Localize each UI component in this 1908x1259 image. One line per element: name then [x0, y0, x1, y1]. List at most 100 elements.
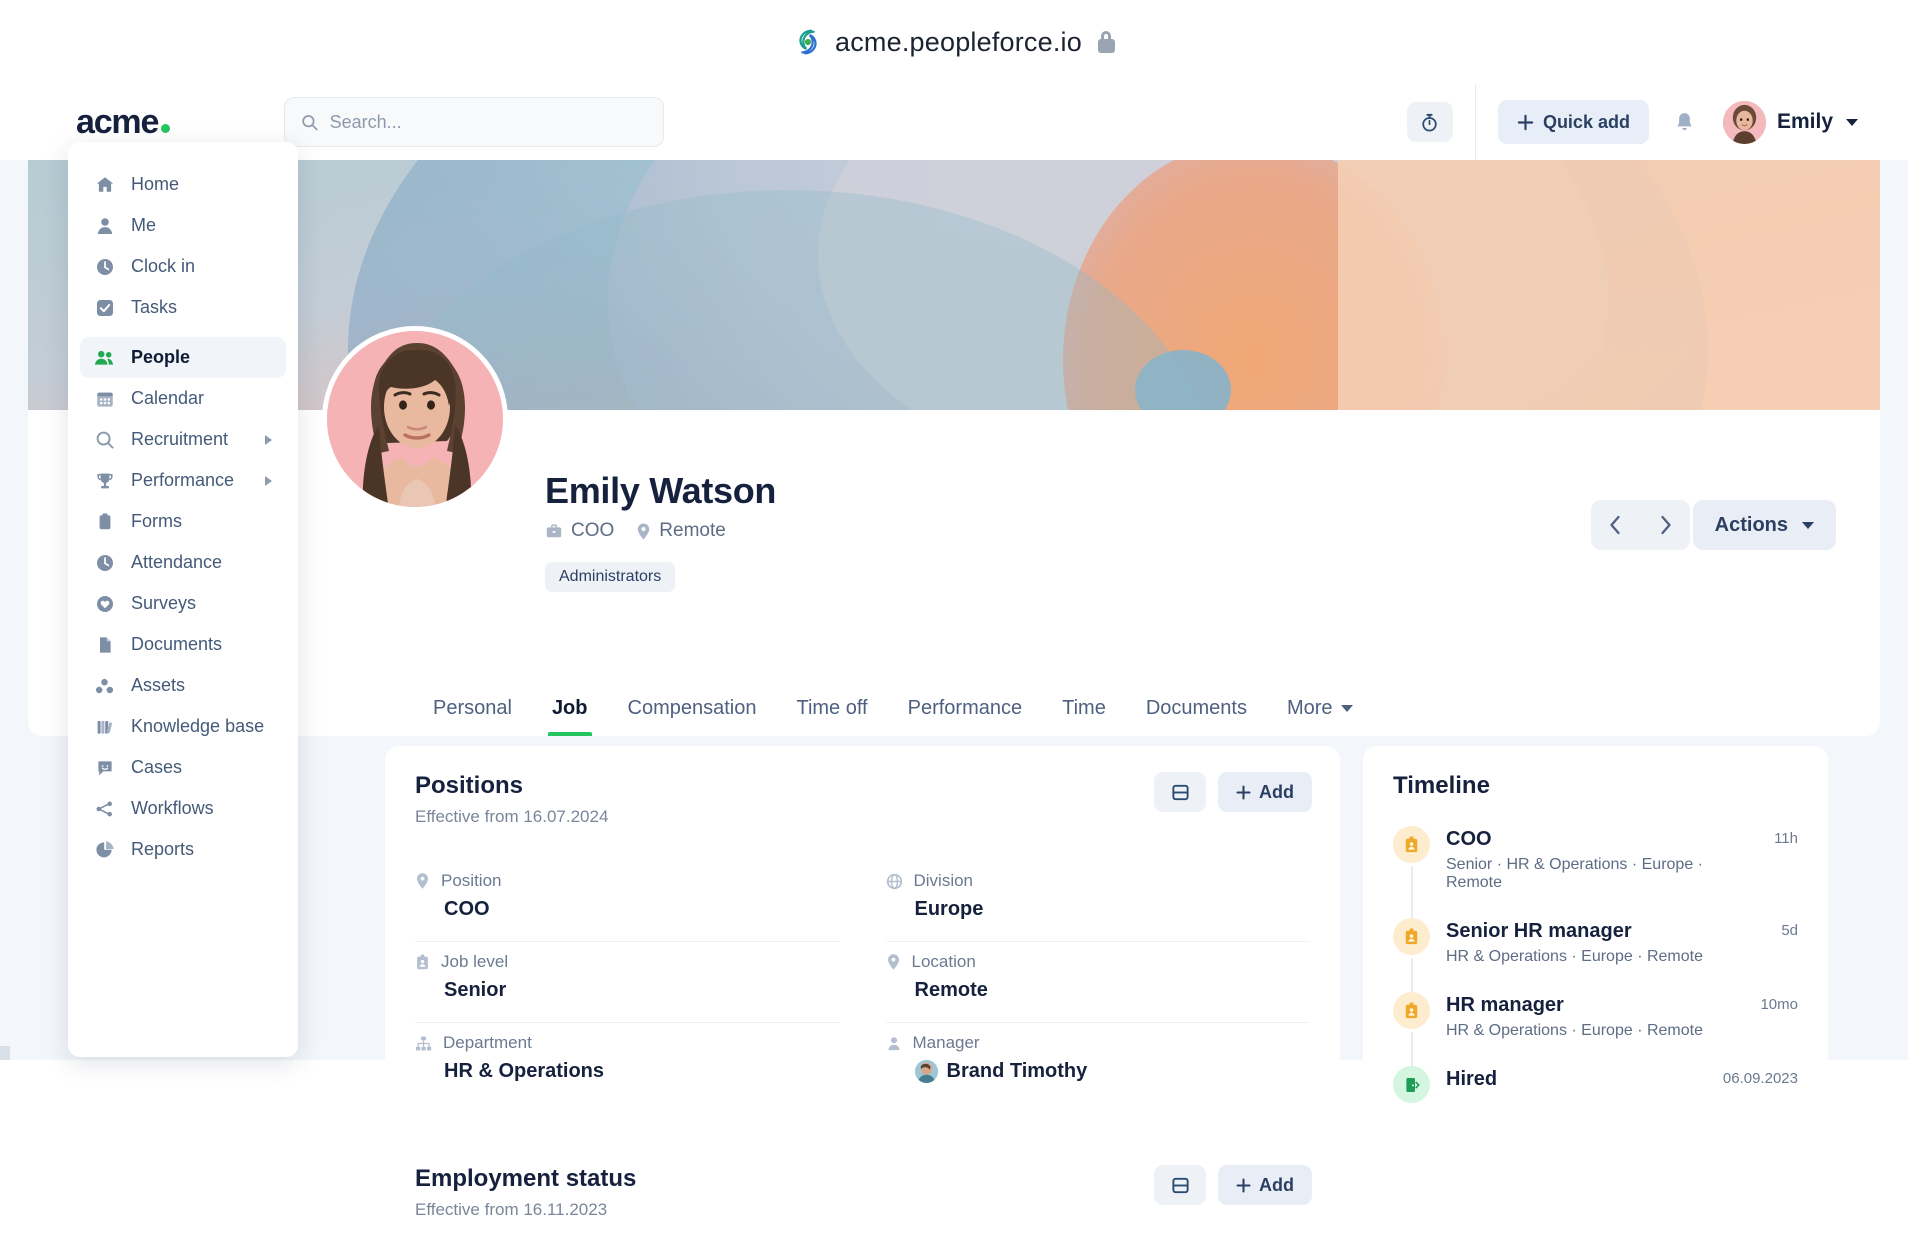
timeline-item[interactable]: Hired 06.09.2023	[1393, 1066, 1798, 1103]
pin-icon	[886, 953, 901, 971]
field-position-value: COO	[415, 898, 840, 921]
banner-artwork	[28, 160, 1880, 410]
timeline-item-body: COO Senior · HR & Operations · Europe · …	[1446, 826, 1758, 892]
acme-logo-dot	[161, 124, 170, 133]
sidebar-item-calendar[interactable]: Calendar	[80, 378, 286, 419]
sidebar-item-attendance[interactable]: Attendance	[80, 542, 286, 583]
stopwatch-icon	[1419, 112, 1440, 133]
positions-history-button[interactable]	[1154, 772, 1206, 812]
profile-tabs: Personal Job Compensation Time off Perfo…	[413, 674, 1373, 736]
timeline-dot	[1393, 992, 1430, 1029]
timeline-item-desc: HR & Operations · Europe · Remote	[1446, 1022, 1744, 1040]
field-location: Location Remote	[886, 942, 1311, 1023]
timeline-item-title: COO	[1446, 828, 1758, 851]
sidebar-item-label: Attendance	[131, 552, 222, 573]
sidebar-item-label: Clock in	[131, 256, 195, 277]
tab-documents[interactable]: Documents	[1126, 697, 1267, 736]
sidebar-item-recruitment[interactable]: Recruitment	[80, 419, 286, 460]
profile-banner	[28, 160, 1880, 410]
timeline-dot	[1393, 1066, 1430, 1103]
main-column: Positions Effective from 16.07.2024	[385, 746, 1340, 1259]
timeline-dot	[1393, 826, 1430, 863]
quick-add-button[interactable]: Quick add	[1498, 100, 1649, 144]
timeline-item-time: 06.09.2023	[1723, 1066, 1798, 1087]
bell-icon	[1674, 111, 1695, 134]
sidebar-item-knowledge-base[interactable]: Knowledge base	[80, 706, 286, 747]
timeline-title: Timeline	[1393, 772, 1798, 800]
search-input[interactable]	[330, 112, 648, 133]
profile-location: Remote	[636, 520, 726, 542]
profile-job-title-text: COO	[571, 520, 614, 542]
prev-profile-button[interactable]	[1608, 514, 1623, 536]
actions-button[interactable]: Actions	[1693, 500, 1836, 550]
timeline-item-body: Hired	[1446, 1066, 1707, 1091]
tab-compensation[interactable]: Compensation	[608, 697, 777, 736]
sidebar-item-label: Forms	[131, 511, 182, 532]
next-profile-button[interactable]	[1658, 514, 1673, 536]
notifications-button[interactable]	[1663, 100, 1707, 144]
field-location-label-row: Location	[886, 952, 1311, 972]
tab-job[interactable]: Job	[532, 697, 608, 736]
employment-add-button[interactable]: Add	[1218, 1165, 1312, 1205]
tab-more[interactable]: More	[1267, 697, 1373, 736]
sidebar-item-forms[interactable]: Forms	[80, 501, 286, 542]
sidebar-item-surveys[interactable]: Surveys	[80, 583, 286, 624]
field-location-label: Location	[912, 952, 976, 972]
search-icon	[301, 113, 318, 132]
positions-add-button[interactable]: Add	[1218, 772, 1312, 812]
sidebar-item-assets[interactable]: Assets	[80, 665, 286, 706]
profile-avatar	[322, 326, 508, 512]
sidebar-nav: Home Me Clock in Tasks People Calendar	[68, 142, 298, 1057]
field-manager-value-row: Brand Timothy	[886, 1060, 1311, 1083]
profile-nav-arrows[interactable]	[1591, 500, 1690, 550]
books-icon	[94, 716, 115, 737]
timeline-item-title: HR manager	[1446, 994, 1744, 1017]
clock-icon	[94, 552, 115, 573]
tab-personal[interactable]: Personal	[413, 697, 532, 736]
chevron-right-icon	[265, 476, 272, 486]
chevron-down-icon	[1846, 119, 1858, 126]
acme-logo[interactable]: acme	[76, 105, 174, 139]
employment-status-card: Employment status Effective from 16.11.2…	[385, 1139, 1340, 1259]
user-name-label: Emily	[1777, 110, 1833, 134]
timeline-item[interactable]: Senior HR manager HR & Operations · Euro…	[1393, 918, 1798, 992]
profile-job-title: COO	[545, 520, 614, 542]
workflow-icon	[94, 798, 115, 819]
field-job-level-label-row: Job level	[415, 952, 840, 972]
tab-performance[interactable]: Performance	[888, 697, 1043, 736]
field-department: Department HR & Operations	[415, 1023, 840, 1087]
trophy-icon	[94, 470, 115, 491]
stopwatch-button[interactable]	[1407, 102, 1453, 142]
positions-card-actions: Add	[1154, 772, 1312, 812]
sidebar-item-tasks[interactable]: Tasks	[80, 287, 286, 328]
user-menu[interactable]: Emily	[1723, 101, 1858, 144]
actions-label: Actions	[1715, 514, 1788, 537]
field-manager-label-row: Manager	[886, 1033, 1311, 1053]
timeline-item[interactable]: COO Senior · HR & Operations · Europe · …	[1393, 826, 1798, 918]
chevron-down-icon	[1341, 705, 1353, 712]
sidebar-item-workflows[interactable]: Workflows	[80, 788, 286, 829]
employment-history-button[interactable]	[1154, 1165, 1206, 1205]
status-badge: Administrators	[545, 562, 675, 592]
tab-time[interactable]: Time	[1042, 697, 1126, 736]
browser-url-bar: acme.peopleforce.io	[0, 0, 1908, 84]
sidebar-item-clock-in[interactable]: Clock in	[80, 246, 286, 287]
sidebar-item-performance[interactable]: Performance	[80, 460, 286, 501]
plus-icon	[1236, 1178, 1251, 1193]
sidebar-item-cases[interactable]: Cases	[80, 747, 286, 788]
sidebar-item-reports[interactable]: Reports	[80, 829, 286, 870]
calendar-icon	[94, 388, 115, 409]
timeline-item[interactable]: HR manager HR & Operations · Europe · Re…	[1393, 992, 1798, 1066]
sidebar-item-label: Me	[131, 215, 156, 236]
peopleforce-favicon	[793, 27, 823, 57]
sidebar-item-label: Cases	[131, 757, 182, 778]
tab-time-off[interactable]: Time off	[776, 697, 887, 736]
sidebar-item-me[interactable]: Me	[80, 205, 286, 246]
sidebar-item-label: Assets	[131, 675, 185, 696]
sidebar-item-documents[interactable]: Documents	[80, 624, 286, 665]
door-icon	[1403, 1076, 1421, 1094]
sidebar-item-home[interactable]: Home	[80, 164, 286, 205]
search-input-wrapper[interactable]	[284, 97, 664, 147]
sidebar-item-people[interactable]: People	[80, 337, 286, 378]
assets-icon	[94, 675, 115, 696]
